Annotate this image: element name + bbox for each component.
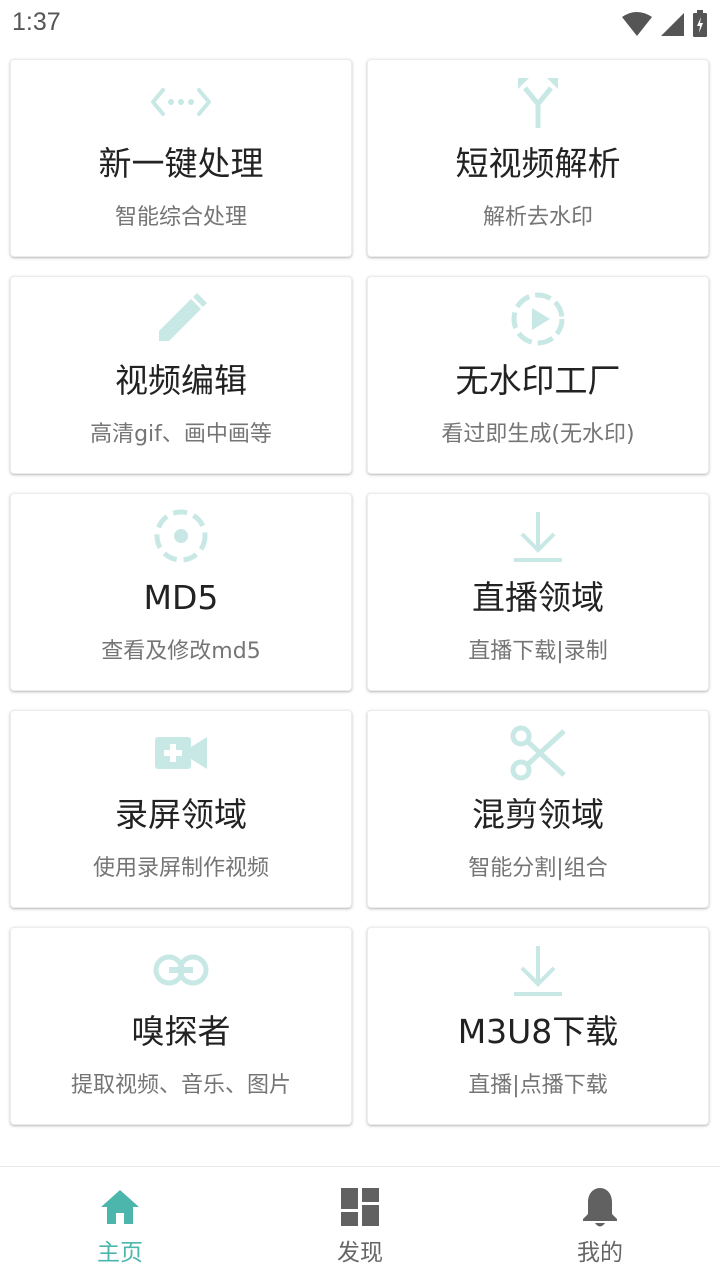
nav-item-home[interactable]: 主页 [0,1167,240,1280]
dashed-circle-dot-icon [149,508,213,564]
card-subtitle: 解析去水印 [482,205,593,230]
card-title: M3U8下载 [457,1012,619,1051]
card-subtitle: 使用录屏制作视频 [92,856,269,881]
card-one-click-process[interactable]: 新一键处理 智能综合处理 [10,59,352,257]
status-time: 1:37 [12,8,61,36]
scissors-icon [506,725,570,781]
wifi-icon [622,12,652,36]
battery-icon [693,10,707,37]
card-subtitle: 查看及修改md5 [101,639,261,664]
card-subtitle: 智能综合处理 [114,205,247,230]
card-title: 嗅探者 [131,1012,231,1051]
card-live-stream[interactable]: 直播领域 直播下载|录制 [367,493,709,691]
card-subtitle: 智能分割|组合 [468,856,608,881]
card-title: 混剪领域 [472,795,604,834]
signal-icon [661,13,684,36]
card-subtitle: 看过即生成(无水印) [441,422,635,447]
link-icon [149,942,213,998]
bottom-nav: 主页 发现 我的 [0,1167,720,1280]
nav-item-discover[interactable]: 发现 [240,1167,480,1280]
card-video-edit[interactable]: 视频编辑 高清gif、画中画等 [10,276,352,474]
card-title: 录屏领域 [115,795,247,834]
home-icon [98,1185,142,1229]
pencil-icon [149,291,213,347]
status-bar: 1:37 [0,0,720,48]
dashboard-icon [338,1185,382,1229]
card-title: 视频编辑 [115,361,247,400]
card-screen-record[interactable]: 录屏领域 使用录屏制作视频 [10,710,352,908]
nav-label: 我的 [577,1240,623,1266]
nav-label: 主页 [97,1240,143,1266]
merge-arrows-icon [506,74,570,130]
card-short-video-parse[interactable]: 短视频解析 解析去水印 [367,59,709,257]
nav-item-mine[interactable]: 我的 [480,1167,720,1280]
code-arrows-icon [149,74,213,130]
card-title: 无水印工厂 [455,361,621,400]
card-sniffer[interactable]: 嗅探者 提取视频、音乐、图片 [10,927,352,1125]
card-subtitle: 直播下载|录制 [468,639,608,664]
card-subtitle: 高清gif、画中画等 [90,422,272,447]
card-md5[interactable]: MD5 查看及修改md5 [10,493,352,691]
video-add-icon [149,725,213,781]
download-icon [506,942,570,998]
card-m3u8-download[interactable]: M3U8下载 直播|点播下载 [367,927,709,1125]
download-icon [506,508,570,564]
card-title: MD5 [143,578,219,617]
play-circle-dashed-icon [506,291,570,347]
card-title: 直播领域 [472,578,604,617]
nav-label: 发现 [337,1240,383,1266]
bell-icon [578,1185,622,1229]
status-icons [622,10,708,38]
card-mix-cut[interactable]: 混剪领域 智能分割|组合 [367,710,709,908]
card-no-watermark-factory[interactable]: 无水印工厂 看过即生成(无水印) [367,276,709,474]
card-subtitle: 直播|点播下载 [468,1073,608,1098]
card-title: 新一键处理 [98,144,264,183]
card-subtitle: 提取视频、音乐、图片 [70,1073,291,1098]
card-title: 短视频解析 [455,144,621,183]
